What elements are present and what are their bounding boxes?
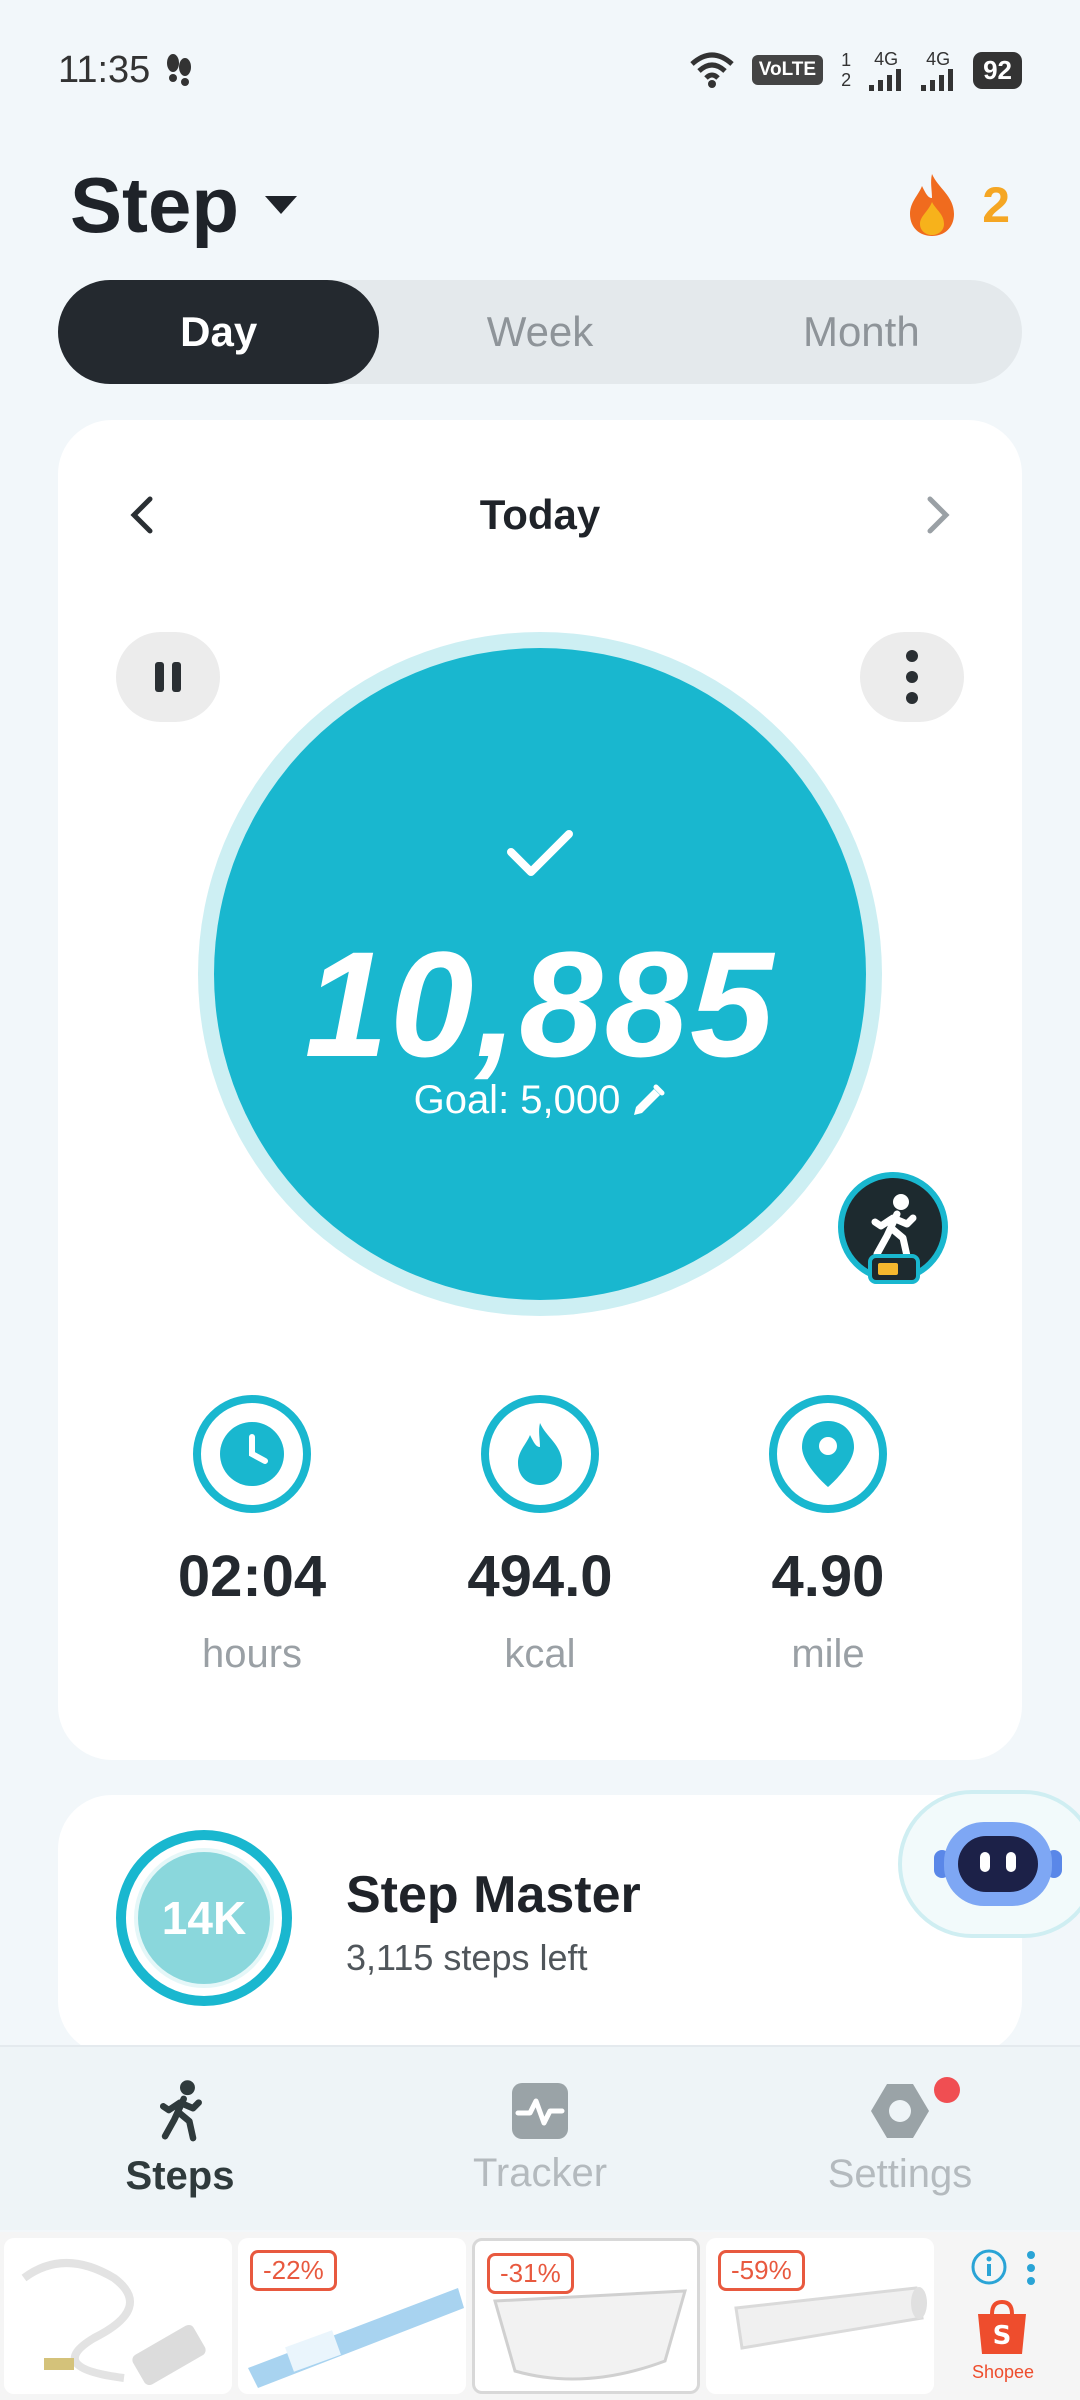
svg-text:S: S [993,2321,1012,2351]
achievement-title: Step Master [346,1866,641,1924]
mode-selector[interactable]: Step [70,160,299,251]
ad-product-tub[interactable]: -31% [472,2238,700,2394]
achievement-badge: 14K [116,1830,292,2006]
pencil-icon [634,1084,665,1115]
distance-unit: mile [791,1632,865,1676]
shopee-logo-icon[interactable]: S [972,2298,1032,2358]
walking-person-icon [871,1194,917,1260]
pause-icon [155,662,181,692]
goal-row[interactable]: Goal: 5,000 [214,1078,866,1123]
location-pin-icon [802,1421,854,1487]
more-vertical-icon [906,650,918,704]
discount-badge: -22% [250,2250,337,2291]
sim-labels: 1 2 [841,50,851,90]
ad-banner: -22% -31% -59% S Shopee [0,2232,1080,2400]
signal-2: 4G [921,49,955,91]
clock-icon [220,1422,284,1486]
nav-steps[interactable]: Steps [0,2047,360,2230]
tab-month[interactable]: Month [701,280,1022,384]
battery-badge [868,1254,920,1284]
status-time: 11:35 [58,48,151,91]
shopee-label: Shopee [972,2362,1035,2382]
signal-1: 4G [869,49,903,91]
ad-product-cable[interactable] [4,2238,232,2394]
tab-week[interactable]: Week [379,280,700,384]
notification-dot [934,2077,960,2103]
walking-person-icon [159,2080,202,2142]
robot-icon [934,1822,1062,1906]
checkmark-icon [507,830,573,876]
signal-bars-icon [921,69,954,91]
discount-badge: -59% [718,2250,805,2291]
metric-duration: 02:04 hours [132,1395,372,1677]
metric-calories: 494.0 kcal [420,1395,660,1677]
chevron-left-icon[interactable] [128,495,154,535]
assistant-button[interactable] [898,1790,1080,1938]
sim2-label: 2 [841,70,852,90]
usb-cable-image [21,2259,206,2386]
ad-product-roll[interactable]: -59% [706,2238,934,2394]
more-options-button[interactable] [860,632,964,722]
fire-icon [910,174,955,236]
page-title: Step [70,160,240,249]
nav-settings-label: Settings [827,2152,973,2196]
calories-value: 494.0 [467,1544,613,1609]
footprints-icon [167,54,192,86]
chevron-right-icon[interactable] [926,495,952,535]
streak-count: 2 [982,177,1010,233]
walking-mode-badge[interactable] [838,1172,948,1284]
nav-settings[interactable]: Settings [720,2047,1080,2230]
metric-icon-frame [481,1395,599,1513]
metrics-row: 02:04 hours 494.0 kcal 4.90 mile [58,1395,1022,1677]
signal-bars-icon [869,69,902,91]
status-bar: 11:35 VoLTE 1 2 4G 4G 92 [0,0,1080,140]
nav-tracker-label: Tracker [472,2151,608,2195]
metric-icon-frame [769,1395,887,1513]
period-tabs: Day Week Month [58,280,1022,384]
discount-badge: -31% [487,2253,574,2294]
badge-label: 14K [134,1848,274,1988]
volte-badge: VoLTE [751,55,824,85]
distance-value: 4.90 [771,1544,885,1609]
tab-day[interactable]: Day [58,280,380,384]
duration-unit: hours [201,1632,303,1676]
goal-label: Goal: 5,000 [413,1078,621,1122]
step-progress-circle[interactable]: 10,885 Goal: 5,000 [214,648,866,1300]
pause-button[interactable] [116,632,220,722]
metric-icon-frame [193,1395,311,1513]
gear-icon [871,2084,929,2138]
streak-indicator[interactable]: 2 [904,172,1010,238]
app-header: Step 2 [0,140,1080,270]
wifi-icon [690,52,734,88]
flame-icon [518,1423,562,1485]
achievement-subtitle: 3,115 steps left [346,1937,588,1978]
duration-value: 02:04 [177,1544,327,1609]
nav-tracker[interactable]: Tracker [360,2047,720,2230]
nav-steps-label: Steps [125,2154,235,2198]
network-2-label: 4G [926,49,951,69]
day-navigator: Today [58,475,1022,555]
caret-down-icon [265,196,298,214]
battery-indicator: 92 [973,51,1022,89]
network-1-label: 4G [874,49,899,69]
ad-side-panel: S Shopee [940,2238,1060,2394]
daily-summary-card: Today 10,885 Goal: 5,000 02:04 hours 494… [58,420,1022,1760]
ad-product-wristband[interactable]: -22% [238,2238,466,2394]
bottom-navigation: Steps Tracker Settings [0,2045,1080,2230]
step-count: 10,885 [304,920,776,1088]
more-vertical-icon[interactable] [1026,2250,1036,2286]
activity-icon [512,2083,568,2139]
info-icon[interactable] [970,2248,1008,2286]
day-label: Today [479,491,601,538]
calories-unit: kcal [504,1632,576,1676]
achievement-card[interactable]: 14K Step Master 3,115 steps left [58,1795,1022,2055]
metric-distance: 4.90 mile [708,1395,948,1677]
sim1-label: 1 [841,50,852,70]
